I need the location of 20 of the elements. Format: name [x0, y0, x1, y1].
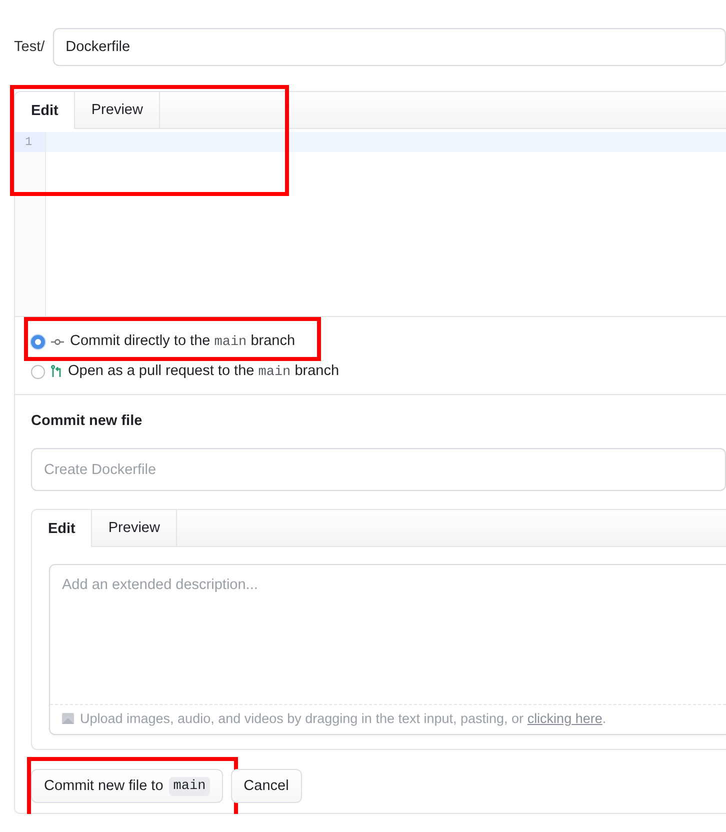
commit-icon	[51, 338, 64, 346]
upload-hint: Upload images, audio, and videos by dragging in the text input, pasting, or clicking here.	[80, 711, 606, 726]
path-prefix: Test/	[14, 39, 45, 55]
tab[interactable]: Edit	[32, 510, 92, 547]
description-field[interactable]: Add an extended description...	[50, 565, 726, 704]
tab[interactable]: Edit	[15, 92, 76, 129]
section-heading: Commit new file	[31, 413, 144, 429]
option-label: Commit directly to the main branch	[70, 333, 296, 350]
radio-button[interactable]	[31, 334, 45, 348]
tab[interactable]: Preview	[75, 92, 160, 128]
line-number: 1	[15, 132, 45, 152]
tab[interactable]: Preview	[92, 510, 177, 546]
image-icon	[62, 713, 74, 724]
radio-button[interactable]	[31, 364, 45, 378]
commit-summary-field[interactable]: Create Dockerfile	[31, 448, 726, 491]
option-label: Open as a pull request to the main branch	[68, 363, 340, 380]
cancel-button[interactable]: Cancel	[230, 769, 302, 803]
pull-request-icon	[51, 365, 62, 378]
filename-field[interactable]: Dockerfile	[52, 28, 726, 66]
commit-button[interactable]: Commit new file to main	[31, 769, 223, 803]
